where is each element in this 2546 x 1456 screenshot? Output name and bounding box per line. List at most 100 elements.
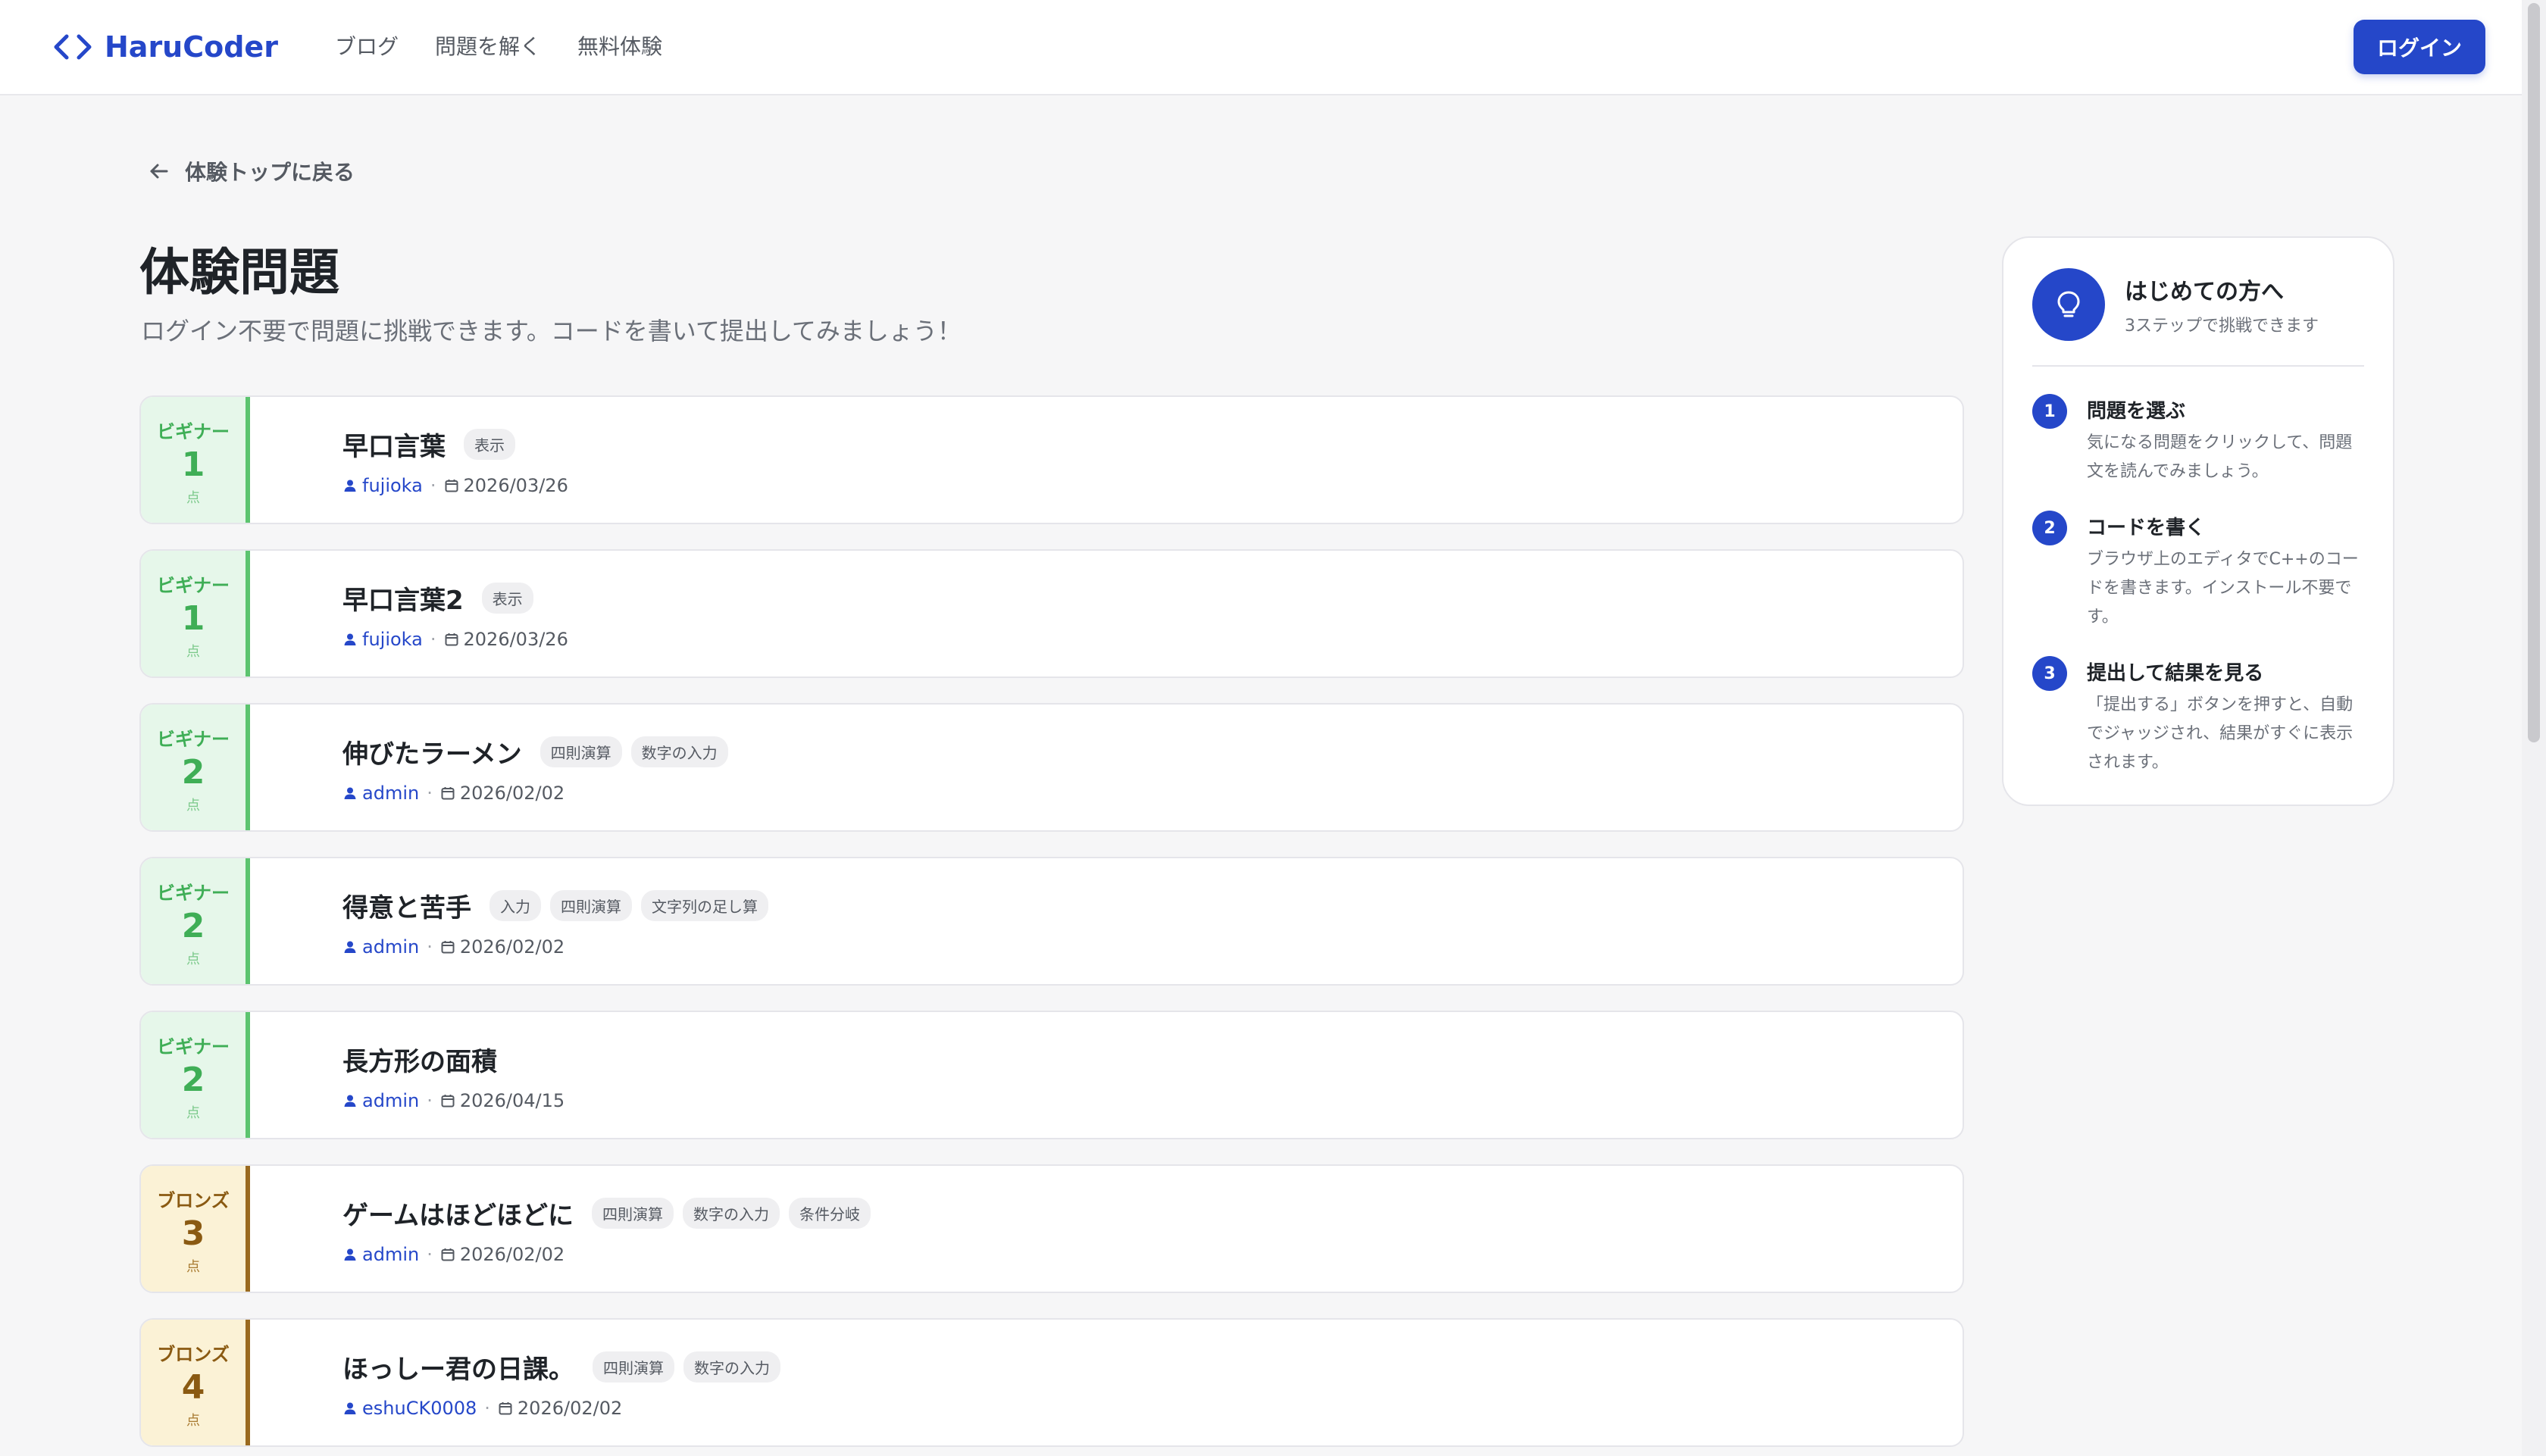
logo-text: HaruCoder xyxy=(105,30,278,64)
rank-label: ビギナー xyxy=(157,728,230,750)
problem-card[interactable]: ビギナー 2 点 長方形の面積 admin · 2026/04/15 xyxy=(139,1011,1964,1139)
problem-tags: 四則演算 数字の入力 条件分岐 xyxy=(591,1198,871,1229)
lightbulb-badge xyxy=(2032,268,2105,341)
problem-date: 2026/03/26 xyxy=(463,629,568,650)
arrow-left-icon xyxy=(150,164,168,179)
calendar-icon xyxy=(499,1402,512,1415)
problem-title-row: 長方形の面積 xyxy=(342,1041,565,1078)
user-icon xyxy=(344,633,356,645)
problem-card-body: ほっしー君の日課。 四則演算 数字の入力 eshuCK0008 · 2026/02… xyxy=(342,1348,780,1419)
rank-points-unit: 点 xyxy=(186,797,200,814)
problem-author[interactable]: admin xyxy=(362,1090,419,1111)
problem-author[interactable]: eshuCK0008 xyxy=(362,1398,477,1419)
problem-title[interactable]: 早口言葉 xyxy=(342,426,446,463)
back-to-trial-top-link[interactable]: 体験トップに戻る xyxy=(147,156,355,186)
calendar-icon xyxy=(441,1095,455,1108)
rank-badge: ブロンズ 4 点 xyxy=(141,1320,250,1445)
problem-meta: admin · 2026/02/02 xyxy=(342,936,768,958)
problem-meta: eshuCK0008 · 2026/02/02 xyxy=(342,1398,780,1419)
problem-card[interactable]: ビギナー 1 点 早口言葉2 表示 fujioka · 2026/03/26 xyxy=(139,549,1964,678)
problem-tags: 四則演算 数字の入力 xyxy=(540,736,728,767)
problem-author[interactable]: admin xyxy=(362,1244,419,1265)
problem-title-row: ほっしー君の日課。 四則演算 数字の入力 xyxy=(342,1348,780,1386)
nav-free-trial[interactable]: 無料体験 xyxy=(577,30,662,64)
problem-tag: 数字の入力 xyxy=(682,1198,780,1229)
problem-author[interactable]: admin xyxy=(362,783,419,804)
meta-separator: · xyxy=(427,783,433,804)
problem-card-body: 早口言葉 表示 fujioka · 2026/03/26 xyxy=(342,426,568,496)
vertical-scrollbar[interactable] xyxy=(2522,0,2546,1456)
problem-meta: fujioka · 2026/03/26 xyxy=(342,629,568,650)
meta-separator: · xyxy=(484,1398,490,1419)
rank-points: 2 xyxy=(181,752,205,792)
problem-title-row: ゲームはほどほどに 四則演算 数字の入力 条件分岐 xyxy=(342,1195,871,1232)
problem-tag: 表示 xyxy=(464,429,515,460)
step-description: ブラウザ上のエディタでC++のコードを書きます。インストール不要です。 xyxy=(2087,550,2359,626)
rank-badge: ビギナー 2 点 xyxy=(141,705,250,830)
problem-tag: 四則演算 xyxy=(593,1351,674,1383)
problem-date: 2026/02/02 xyxy=(459,1244,565,1265)
user-icon xyxy=(344,1402,356,1414)
problem-meta: fujioka · 2026/03/26 xyxy=(342,475,568,496)
rank-points: 3 xyxy=(181,1214,205,1253)
user-icon xyxy=(344,787,356,799)
login-button[interactable]: ログイン xyxy=(2354,20,2485,74)
rank-label: ブロンズ xyxy=(157,1189,230,1211)
top-header: HaruCoder ブログ 問題を解く 無料体験 ログイン xyxy=(0,0,2546,95)
page: HaruCoder ブログ 問題を解く 無料体験 ログイン 体験トップに戻る 体… xyxy=(0,0,2546,1456)
logo-link[interactable]: HaruCoder xyxy=(52,29,278,65)
problem-card[interactable]: ビギナー 2 点 伸びたラーメン 四則演算 数字の入力 admin · 2026/… xyxy=(139,703,1964,832)
problem-title[interactable]: ほっしー君の日課。 xyxy=(342,1348,574,1386)
problem-card-body: 得意と苦手 入力 四則演算 文字列の足し算 admin · 2026/02/02 xyxy=(342,887,768,958)
problem-author[interactable]: fujioka xyxy=(362,475,423,496)
problem-date: 2026/03/26 xyxy=(463,475,568,496)
guide-header: はじめての方へ 3ステップで挑戦できます xyxy=(2032,268,2319,341)
scrollbar-thumb[interactable] xyxy=(2528,3,2540,742)
problem-card[interactable]: ビギナー 2 点 得意と苦手 入力 四則演算 文字列の足し算 admin · 202… xyxy=(139,857,1964,986)
problem-title[interactable]: 伸びたラーメン xyxy=(342,733,522,770)
problem-meta: admin · 2026/02/02 xyxy=(342,783,728,804)
problem-author[interactable]: fujioka xyxy=(362,629,423,650)
user-icon xyxy=(344,941,356,953)
problem-tag: 四則演算 xyxy=(591,1198,674,1229)
step-description: 「提出する」ボタンを押すと、自動でジャッジされ、結果がすぐに表示されます。 xyxy=(2087,695,2354,772)
nav-blog[interactable]: ブログ xyxy=(335,30,399,64)
rank-label: ブロンズ xyxy=(157,1343,230,1365)
rank-points: 1 xyxy=(181,598,205,638)
user-icon xyxy=(344,1248,356,1261)
problem-title[interactable]: 得意と苦手 xyxy=(342,887,471,924)
problem-tags: 表示 xyxy=(481,583,533,614)
page-title: 体験問題 xyxy=(139,243,339,302)
code-brackets-icon xyxy=(54,34,92,60)
problem-title[interactable]: 早口言葉2 xyxy=(342,580,464,617)
problem-tag: 数字の入力 xyxy=(630,736,728,767)
nav-solve-problems[interactable]: 問題を解く xyxy=(435,30,541,64)
problem-title[interactable]: 長方形の面積 xyxy=(342,1041,497,1078)
problem-card-body: 早口言葉2 表示 fujioka · 2026/03/26 xyxy=(342,580,568,650)
meta-separator: · xyxy=(427,936,433,958)
problem-tag: 条件分岐 xyxy=(788,1198,871,1229)
step-number-badge: 1 xyxy=(2032,394,2067,429)
problem-title-row: 早口言葉 表示 xyxy=(342,426,568,463)
problem-card[interactable]: ブロンズ 4 点 ほっしー君の日課。 四則演算 数字の入力 eshuCK0008 … xyxy=(139,1318,1964,1447)
problem-author[interactable]: admin xyxy=(362,936,419,958)
beginner-guide-panel: はじめての方へ 3ステップで挑戦できます 1 問題を選ぶ 気になる問題をクリック… xyxy=(2002,236,2394,806)
problem-card-body: 伸びたラーメン 四則演算 数字の入力 admin · 2026/02/02 xyxy=(342,733,728,804)
problem-card-body: 長方形の面積 admin · 2026/04/15 xyxy=(342,1041,565,1111)
rank-points-unit: 点 xyxy=(186,1412,200,1429)
rank-label: ビギナー xyxy=(157,882,230,904)
problem-tags: 表示 xyxy=(464,429,515,460)
guide-heading-text: はじめての方へ 3ステップで挑戦できます xyxy=(2125,273,2319,336)
step-title: コードを書く xyxy=(2087,517,2206,539)
problem-date: 2026/02/02 xyxy=(517,1398,623,1419)
meta-separator: · xyxy=(430,475,436,496)
back-link-label: 体験トップに戻る xyxy=(185,160,355,185)
problem-card[interactable]: ビギナー 1 点 早口言葉 表示 fujioka · 2026/03/26 xyxy=(139,395,1964,524)
calendar-icon xyxy=(445,633,458,646)
problem-card-body: ゲームはほどほどに 四則演算 数字の入力 条件分岐 admin · 2026/02/… xyxy=(342,1195,871,1265)
rank-badge: ビギナー 2 点 xyxy=(141,1012,250,1138)
problem-card[interactable]: ブロンズ 3 点 ゲームはほどほどに 四則演算 数字の入力 条件分岐 admin ·… xyxy=(139,1164,1964,1293)
problem-title[interactable]: ゲームはほどほどに xyxy=(342,1195,574,1232)
rank-points-unit: 点 xyxy=(186,1104,200,1121)
problem-tags: 四則演算 数字の入力 xyxy=(593,1351,780,1383)
